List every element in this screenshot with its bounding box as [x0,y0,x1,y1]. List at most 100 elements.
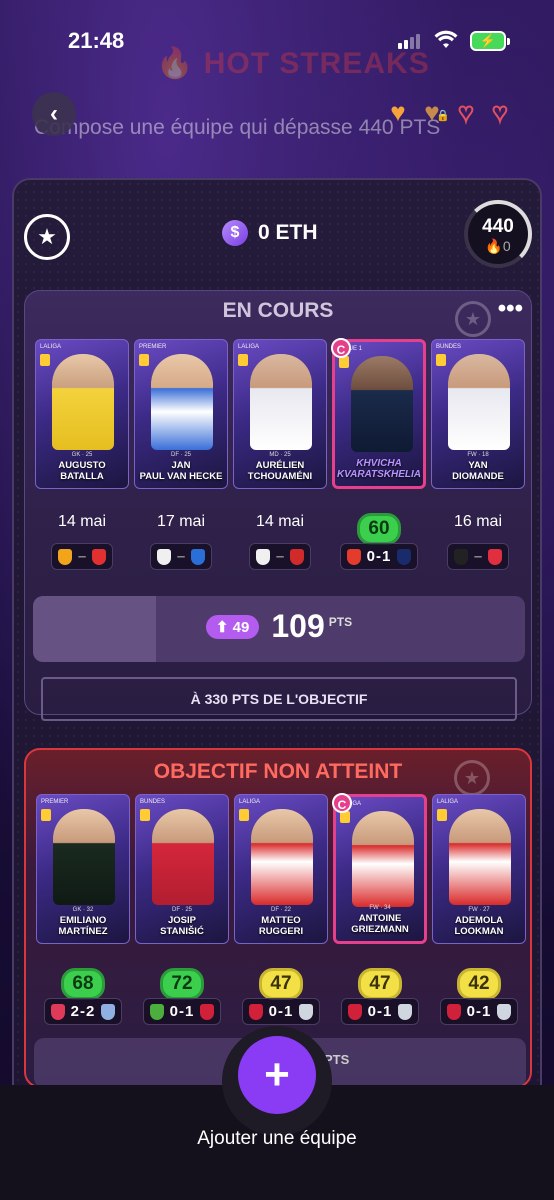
fixture[interactable]: 0-1 [135,998,229,1025]
mode-title: 🔥 HOT STREAKS [156,47,430,80]
fixture[interactable]: 2-2 [36,998,130,1025]
away-crest-icon [290,548,305,565]
league-label: BUNDES [140,799,166,805]
player-photo [151,354,213,450]
captain-badge: C [332,793,352,813]
team-card-in-progress[interactable]: EN COURS ★ ••• LALIGA GK · 25 AUGUSTO BATAL… [24,290,532,721]
player-score: 68 [36,968,130,1000]
home-crest-icon [248,1003,263,1020]
fixture[interactable]: 0-1 [333,998,427,1025]
player-photo [449,809,511,905]
league-label: LALIGA [238,344,260,350]
league-label: PREMIER [139,344,167,350]
player-score: 42 [432,968,526,1000]
points-delta: ⬆ 49 [205,614,260,639]
home-crest-icon [149,1003,164,1020]
fixture[interactable]: 0-1 [332,543,426,570]
chevron-left-icon: ‹ [50,100,58,127]
club-badge-icon [436,354,446,366]
player-score: 47 [333,968,427,1000]
player-card[interactable]: LALIGA FW · 27 ADEMOLA LOOKMAN [432,794,526,944]
score-pill: 47 [358,968,402,1000]
back-button[interactable]: ‹ [32,92,76,136]
player-meta: GK · 32 [72,907,94,913]
more-options-button[interactable]: ••• [498,295,523,323]
points-total: 109 [271,608,325,644]
heart-icon: ♥ [457,97,474,127]
club-badge-icon [238,354,248,366]
battery-icon: ⚡ [470,31,510,51]
match-fixtures: 2-2 0-1 0-1 0-1 0-1 [36,998,526,1025]
match-date: 17 mai [156,513,206,530]
lock-icon: 🔒 [436,110,450,122]
eth-coin-icon: $ [222,220,248,246]
player-photo [52,354,114,450]
player-card[interactable]: BUNDES DF · 25 JOSIP STANIŠIĆ [135,794,229,944]
match-score: 2-2 [70,1003,96,1020]
fixture[interactable]: – [35,543,129,570]
player-cards: PREMIER GK · 32 EMILIANO MARTÍNEZ BUNDES DF ·… [36,793,526,944]
home-crest-icon [347,1003,362,1020]
player-name: YAN DIOMANDE [452,460,504,482]
player-name: JAN PAUL VAN HECKE [139,460,223,482]
club-badge-icon [41,809,51,821]
player-name: MATTEO RUGGERI [258,915,304,937]
heart-icon: ♥ [390,97,406,127]
player-name: KHVICHA KVARATSKHELIA [336,458,422,480]
score-pill: 47 [259,968,303,1000]
add-team-button[interactable]: + [238,1036,316,1114]
player-meta: FW · 34 [369,905,391,911]
player-card[interactable]: BUNDES FW · 18 YAN DIOMANDE [431,339,525,489]
eth-balance: $ 0 ETH [222,220,318,246]
fixture[interactable]: 0-1 [432,998,526,1025]
points-bar: ⬆ 49 109 PTS [33,596,525,662]
star-icon[interactable]: ★ [24,214,70,260]
match-score: 0-1 [268,1003,294,1020]
away-crest-icon [92,548,107,565]
player-card[interactable]: PREMIER GK · 32 EMILIANO MARTÍNEZ [36,794,130,944]
home-crest-icon [50,1003,65,1020]
club-badge-icon [437,809,447,821]
player-photo [352,811,414,907]
player-card[interactable]: LALIGA DF · 22 MATTEO RUGGERI [234,794,328,944]
add-team-label[interactable]: Ajouter une équipe [0,1128,554,1150]
eth-balance-value: 0 ETH [258,221,318,244]
home-crest-icon [453,548,468,565]
league-label: LALIGA [239,799,261,805]
player-score: 72 [135,968,229,1000]
player-score: 60 [332,513,426,545]
away-crest-icon [398,1003,413,1020]
player-meta: FW · 27 [468,907,490,913]
club-badge-icon [239,809,249,821]
player-cards: LALIGA GK · 25 AUGUSTO BATALLA PREMIER DF · 2… [35,338,525,489]
plus-icon: + [264,1050,290,1099]
fixture[interactable]: 0-1 [234,998,328,1025]
match-score: 0-1 [169,1003,195,1020]
player-card[interactable]: PREMIER DF · 25 JAN PAUL VAN HECKE [134,339,228,489]
home-crest-icon [57,548,72,565]
objective-text: À 330 PTS DE L'OBJECTIF [41,677,517,721]
fixture[interactable]: – [431,543,525,570]
player-photo [251,809,313,905]
player-card[interactable]: LALIGA GK · 25 AUGUSTO BATALLA [35,339,129,489]
fixture[interactable]: – [233,543,327,570]
league-label: PREMIER [41,799,69,805]
star-icon: ★ [455,301,491,337]
player-card[interactable]: LALIGA MD · 25 AURÉLIEN TCHOUAMÉNI [233,339,327,489]
player-name: ADEMOLA LOOKMAN [454,915,504,937]
player-photo [152,809,214,905]
score-pill: 72 [160,968,204,1000]
home-crest-icon [346,548,361,565]
fixture[interactable]: – [134,543,228,570]
heart-icon: ♥ 🔒 [418,98,450,126]
away-crest-icon [200,1003,215,1020]
player-card[interactable]: LIGUE 1KHVICHAKVARATSKHELIAC [331,338,426,489]
player-meta: FW · 18 [467,452,489,458]
score-pill: 68 [61,968,105,1000]
player-card[interactable]: LALIGAFW · 34ANTOINEGRIEZMANNC [332,793,427,944]
gauge-streak: 🔥0 [485,238,511,254]
player-photo [448,354,510,450]
captain-badge: C [331,338,351,358]
player-meta: DF · 22 [270,907,291,913]
league-label: LALIGA [437,799,459,805]
